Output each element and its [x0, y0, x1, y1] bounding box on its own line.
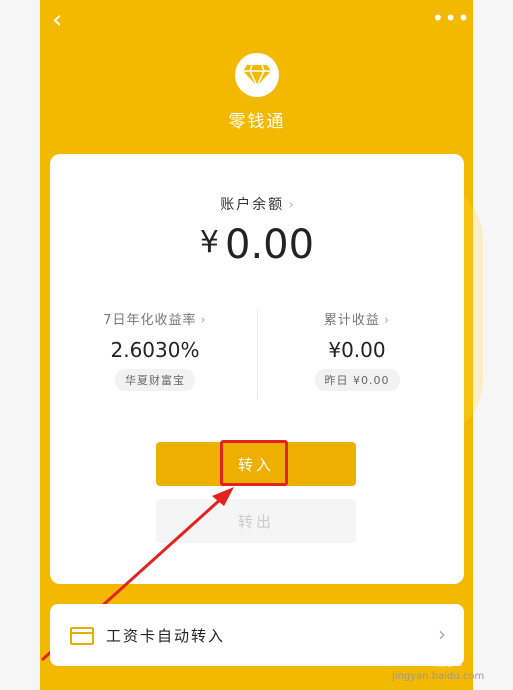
bank-card-icon: [70, 627, 94, 645]
annotation-arrow-icon: [40, 487, 234, 662]
salary-auto-transfer-label: 工资卡自动转入: [106, 627, 226, 645]
watermark-url: jingyan.baidu.com: [392, 671, 485, 682]
chevron-right-icon: ›: [438, 622, 446, 646]
watermark-logo: Bai 经验: [396, 650, 463, 669]
